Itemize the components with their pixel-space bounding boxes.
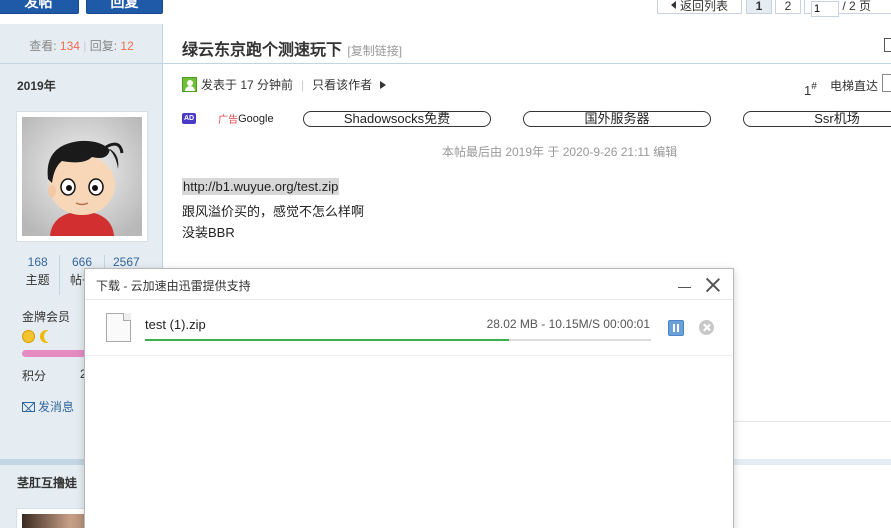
post-link[interactable]: http://b1.wuyue.org/test.zip bbox=[182, 178, 340, 195]
reply-button[interactable]: 回复 bbox=[86, 0, 163, 14]
page-jump: / 2 页 bbox=[804, 0, 891, 17]
post-line-2: 没装BBR bbox=[182, 225, 235, 240]
meta-separator: | bbox=[301, 77, 305, 92]
sun-icon bbox=[22, 330, 35, 344]
online-icon bbox=[182, 77, 197, 92]
only-author-link[interactable]: 只看该作者 bbox=[312, 76, 372, 93]
stat-topics-label: 主题 bbox=[25, 273, 50, 287]
replies-count: 12 bbox=[120, 39, 134, 53]
stat-topics-value: 168 bbox=[27, 255, 48, 269]
download-status: 28.02 MB - 10.15M/S 00:00:01 bbox=[486, 317, 650, 331]
rank-progress-bar bbox=[22, 350, 92, 357]
elevator-input[interactable] bbox=[882, 74, 891, 92]
download-progress-track bbox=[145, 339, 651, 341]
views-label: 查看: bbox=[29, 39, 57, 53]
post-separator-bar bbox=[734, 459, 891, 465]
print-icon[interactable] bbox=[884, 38, 891, 52]
author-name[interactable]: 2019年 bbox=[17, 77, 56, 94]
post-bottom-divider bbox=[734, 421, 891, 422]
page-total: / 2 页 bbox=[842, 0, 872, 13]
download-titlebar[interactable]: 下载 - 云加速由迅雷提供支持 bbox=[85, 269, 733, 300]
cancel-download-button[interactable] bbox=[699, 320, 714, 335]
page-jump-input[interactable] bbox=[811, 1, 839, 17]
edit-note: 本帖最后由 2019年 于 2020-9-26 21:11 编辑 bbox=[442, 145, 678, 159]
download-item-divider bbox=[85, 355, 733, 356]
post-button[interactable]: 发帖 bbox=[0, 0, 79, 14]
avatar-image bbox=[22, 117, 142, 236]
stat-posts-value: 666 bbox=[71, 255, 92, 269]
title-divider bbox=[163, 63, 891, 64]
ad-tag-foreign-server[interactable]: 国外服务器 bbox=[523, 111, 711, 127]
send-message-label: 发消息 bbox=[38, 400, 75, 414]
send-message-link[interactable]: 发消息 bbox=[22, 398, 74, 415]
post-meta: 发表于 17 分钟前 | 只看该作者 bbox=[182, 76, 387, 93]
ad-badge: AD bbox=[182, 113, 197, 124]
ad-label: 广告 bbox=[218, 115, 239, 126]
copy-link-button[interactable]: [复制链接] bbox=[347, 44, 402, 58]
thread-title-text: 绿云东京跑个测速玩下 bbox=[182, 42, 343, 59]
ad-row: AD 广告 Google bbox=[182, 111, 274, 126]
thread-title: 绿云东京跑个测速玩下 [复制链接] bbox=[182, 36, 402, 60]
moon-icon bbox=[44, 330, 57, 343]
stat-credits-value: 2567 bbox=[112, 255, 140, 269]
sidebar-divider bbox=[0, 63, 163, 64]
ad-tag-shadowsocks[interactable]: Shadowsocks免费 bbox=[303, 111, 491, 127]
floor-number[interactable]: 1# bbox=[804, 79, 817, 98]
pause-button[interactable] bbox=[668, 320, 684, 336]
score-label: 积分 bbox=[22, 369, 47, 383]
thread-stats: 查看: 134 | 回复: 12 bbox=[0, 37, 163, 54]
mail-icon bbox=[22, 402, 35, 412]
elevator-label: 电梯直达 bbox=[830, 79, 879, 93]
stats-separator: | bbox=[83, 39, 87, 53]
floor-mark: # bbox=[811, 81, 817, 92]
ad-google: Google bbox=[238, 112, 274, 125]
stat-topics[interactable]: 168 主题 bbox=[16, 255, 61, 295]
rank-icons bbox=[22, 329, 57, 344]
minimize-icon[interactable] bbox=[678, 287, 691, 288]
close-icon[interactable] bbox=[705, 277, 721, 293]
back-to-list-button[interactable]: 返回列表 bbox=[657, 0, 742, 14]
replies-label: 回复: bbox=[89, 39, 118, 53]
download-progress-fill bbox=[145, 339, 510, 341]
page-1-button[interactable]: 1 bbox=[746, 0, 772, 14]
triangle-right-icon bbox=[380, 80, 387, 89]
user-group[interactable]: 金牌会员 bbox=[22, 308, 70, 325]
download-dialog: 下载 - 云加速由迅雷提供支持 test (1).zip 28.02 MB - … bbox=[84, 268, 734, 528]
back-arrow-icon bbox=[670, 1, 676, 9]
file-icon-fold bbox=[123, 313, 131, 321]
post-line-1: 跟风溢价买的，感觉不怎么样啊 bbox=[182, 204, 365, 219]
ad-tag-ssr[interactable]: Ssr机场 bbox=[743, 111, 891, 127]
views-count: 134 bbox=[59, 39, 80, 53]
download-item[interactable]: test (1).zip 28.02 MB - 10.15M/S 00:00:0… bbox=[85, 301, 733, 355]
download-filename: test (1).zip bbox=[145, 317, 206, 332]
post-time: 发表于 17 分钟前 bbox=[201, 78, 294, 92]
download-title: 下载 - 云加速由迅雷提供支持 bbox=[96, 279, 251, 293]
page-2-button[interactable]: 2 bbox=[775, 0, 801, 14]
avatar[interactable] bbox=[16, 111, 148, 242]
next-author-name[interactable]: 茎肛互撸娃 bbox=[17, 474, 77, 491]
pause-icon bbox=[673, 324, 675, 332]
back-to-list-label: 返回列表 bbox=[679, 0, 728, 13]
